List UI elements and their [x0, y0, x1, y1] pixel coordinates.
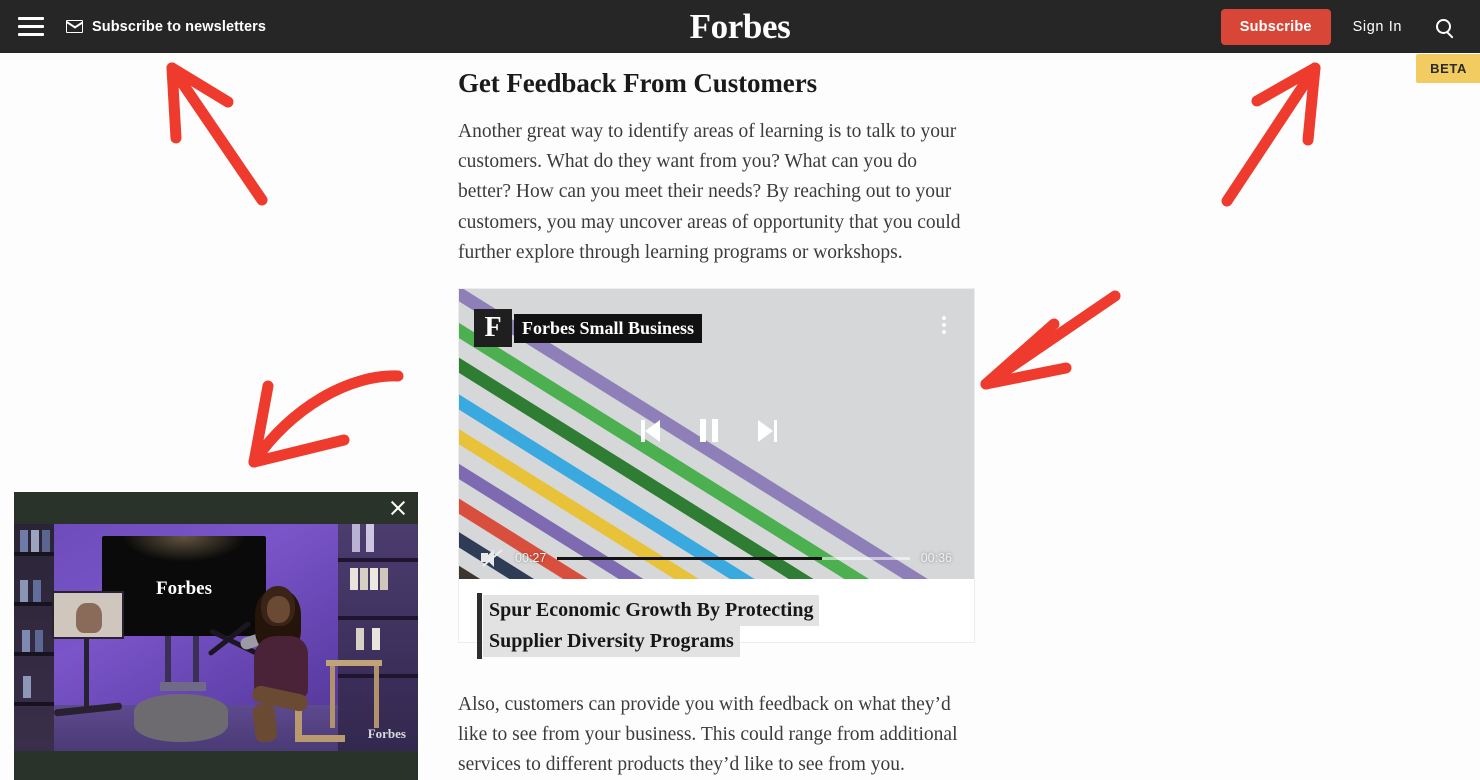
beta-badge[interactable]: BETA — [1416, 54, 1480, 83]
arrow-to-menu — [166, 62, 268, 206]
floating-video-scene[interactable]: Forbes Forbes — [14, 524, 418, 751]
arrow-to-floating-player — [248, 370, 404, 468]
hamburger-bar — [18, 17, 44, 20]
video-brand-overlay: F Forbes Small Business — [474, 309, 703, 347]
video-caption-line-2: Supplier Diversity Programs — [483, 626, 740, 657]
video-channel-title: Forbes Small Business — [514, 313, 703, 343]
hamburger-menu-icon[interactable] — [18, 17, 44, 36]
page-root: Subscribe to newsletters Forbes Subscrib… — [0, 0, 1480, 780]
caption-accent-bar — [477, 593, 482, 659]
search-icon[interactable] — [1424, 8, 1462, 46]
video-controls — [459, 419, 974, 442]
header-actions: Subscribe Sign In — [1220, 0, 1466, 53]
close-icon[interactable] — [387, 497, 409, 519]
kebab-dot — [942, 330, 946, 334]
video-progress-bar[interactable] — [557, 556, 910, 560]
skip-next-icon[interactable] — [757, 419, 777, 442]
screen-stand — [159, 636, 209, 684]
subscribe-to-newsletters-link[interactable]: Subscribe to newsletters — [66, 19, 266, 35]
video-bottom-bar: 00:27 00:36 — [459, 548, 974, 568]
newsletter-label: Subscribe to newsletters — [92, 18, 267, 35]
sign-in-link[interactable]: Sign In — [1331, 19, 1424, 35]
forbes-logo[interactable]: Forbes — [690, 7, 791, 47]
arrow-to-subscribe — [1221, 62, 1321, 207]
monitor-pole — [84, 639, 89, 709]
video-duration: 00:36 — [920, 551, 952, 565]
section-heading: Get Feedback From Customers — [458, 68, 817, 98]
kebab-menu-icon[interactable] — [942, 316, 946, 334]
skip-previous-icon[interactable] — [641, 419, 660, 442]
article-paragraph-1: Another great way to identify areas of l… — [458, 121, 961, 263]
host-leg — [252, 702, 278, 744]
set-shelf-left — [14, 524, 54, 751]
hamburger-bar — [18, 33, 44, 36]
article-paragraph-2: Also, customers can provide you with fee… — [458, 694, 958, 776]
screen-forbes-logo: Forbes — [156, 578, 212, 599]
studio-screen: Forbes — [102, 536, 266, 636]
article-body: Get Feedback From Customers Another grea… — [458, 53, 973, 268]
pause-icon[interactable] — [699, 419, 718, 442]
video-caption[interactable]: Spur Economic Growth By Protecting Suppl… — [459, 579, 974, 675]
envelope-icon — [66, 20, 83, 33]
search-glyph — [1435, 19, 1451, 34]
kebab-dot — [942, 316, 946, 320]
inline-video-player[interactable]: F Forbes Small Business 00:27 00:36 Spur… — [459, 289, 974, 659]
floating-video-player[interactable]: Forbes Forbes — [14, 492, 418, 780]
side-table-leg — [374, 666, 379, 728]
forbes-f-mark: F — [474, 309, 512, 347]
host-face — [267, 596, 290, 623]
screen-base — [160, 682, 206, 691]
hamburger-bar — [18, 25, 44, 28]
video-thumbnail[interactable]: F Forbes Small Business 00:27 00:36 — [459, 289, 974, 579]
video-progress-played — [557, 556, 822, 560]
kebab-dot — [942, 323, 946, 327]
video-caption-line-1: Spur Economic Growth By Protecting — [483, 595, 820, 626]
site-header: Subscribe to newsletters Forbes Subscrib… — [0, 0, 1480, 53]
forbes-watermark: Forbes — [367, 726, 406, 741]
side-table-leg — [330, 666, 335, 728]
volume-muted-icon[interactable] — [481, 548, 504, 568]
round-table — [134, 694, 228, 742]
subscribe-button[interactable]: Subscribe — [1220, 8, 1331, 45]
video-current-time: 00:27 — [515, 551, 547, 565]
remote-guest-monitor — [52, 591, 124, 639]
arrow-to-inline-video — [980, 290, 1121, 390]
